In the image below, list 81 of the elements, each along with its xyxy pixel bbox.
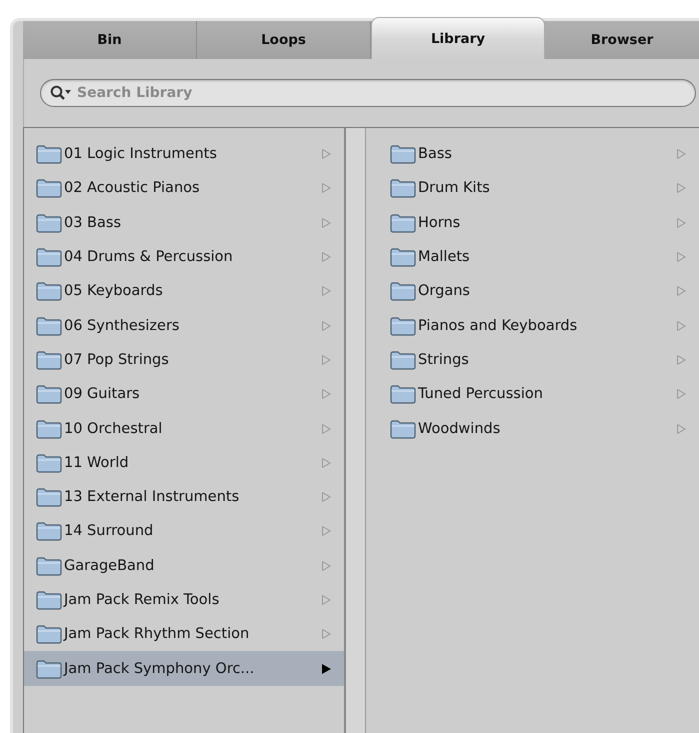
folder-item[interactable]: Jam Pack Remix Tools bbox=[24, 582, 344, 618]
folder-icon bbox=[36, 452, 62, 473]
expand-arrow-icon bbox=[676, 388, 687, 400]
folder-item[interactable]: GarageBand bbox=[24, 548, 344, 583]
folder-icon bbox=[390, 418, 416, 439]
folder-icon bbox=[36, 212, 62, 233]
folder-item[interactable]: 13 External Instruments bbox=[24, 480, 344, 514]
expand-arrow-icon bbox=[321, 148, 332, 160]
folder-item[interactable]: Jam Pack Rhythm Section bbox=[24, 617, 344, 652]
folder-icon bbox=[36, 487, 62, 508]
folder-icon bbox=[36, 658, 62, 679]
folder-icon bbox=[36, 316, 62, 336]
folder-item[interactable]: 09 Guitars bbox=[24, 377, 344, 412]
expand-arrow-icon bbox=[676, 354, 687, 366]
folder-item[interactable]: 04 Drums & Percussion bbox=[24, 240, 344, 274]
folder-icon bbox=[390, 247, 416, 268]
folder-icon bbox=[36, 384, 62, 404]
expand-arrow-icon bbox=[321, 491, 332, 504]
expand-arrow-icon bbox=[321, 285, 332, 298]
expand-arrow-icon bbox=[676, 148, 687, 160]
expand-arrow-icon bbox=[321, 560, 332, 572]
folder-icon bbox=[36, 281, 62, 302]
folder-item[interactable]: Jam Pack Symphony Orc... bbox=[24, 651, 344, 686]
expand-arrow-icon bbox=[676, 320, 687, 332]
expand-arrow-icon bbox=[321, 251, 332, 264]
search-field[interactable]: Search Library bbox=[40, 79, 696, 107]
expand-arrow-icon bbox=[676, 216, 687, 229]
expand-arrow-icon bbox=[321, 182, 332, 194]
folder-item[interactable]: Horns bbox=[378, 206, 699, 240]
folder-icon bbox=[36, 247, 62, 268]
expand-arrow-icon bbox=[321, 216, 332, 229]
folder-item[interactable]: 05 Keyboards bbox=[24, 274, 344, 308]
expand-arrow-icon bbox=[321, 628, 332, 640]
tab[interactable]: Bin bbox=[23, 21, 197, 59]
expand-arrow-icon bbox=[321, 456, 332, 469]
folder-item[interactable]: 03 Bass bbox=[24, 206, 344, 240]
expand-arrow-icon bbox=[321, 354, 332, 366]
expand-arrow-icon bbox=[676, 422, 687, 435]
folder-icon bbox=[390, 350, 416, 370]
expand-arrow-icon bbox=[321, 662, 332, 675]
folder-item[interactable]: Tuned Percussion bbox=[378, 377, 699, 412]
folder-icon bbox=[36, 418, 62, 439]
folder-icon bbox=[36, 144, 62, 164]
tab[interactable]: Loops bbox=[197, 21, 371, 59]
folder-icon bbox=[390, 316, 416, 336]
expand-arrow-icon bbox=[321, 525, 332, 538]
expand-arrow-icon bbox=[321, 388, 332, 400]
folder-icon bbox=[36, 350, 62, 370]
folder-item[interactable]: 10 Orchestral bbox=[24, 411, 344, 446]
folder-icon bbox=[36, 178, 62, 198]
folder-item[interactable]: Bass bbox=[378, 137, 699, 172]
expand-arrow-icon bbox=[676, 182, 687, 194]
folder-item[interactable]: Drum Kits bbox=[378, 171, 699, 206]
splitter-bar[interactable] bbox=[346, 128, 366, 733]
folder-item[interactable]: 11 World bbox=[24, 446, 344, 480]
folder-item[interactable]: 01 Logic Instruments bbox=[24, 137, 344, 172]
folder-icon bbox=[36, 624, 62, 644]
tab[interactable]: Browser bbox=[545, 21, 699, 59]
expand-arrow-icon bbox=[321, 422, 332, 435]
folder-item[interactable]: Organs bbox=[378, 274, 699, 308]
expand-arrow-icon bbox=[676, 285, 687, 298]
folder-item[interactable]: 14 Surround bbox=[24, 514, 344, 549]
folder-item[interactable]: 06 Synthesizers bbox=[24, 308, 344, 343]
expand-arrow-icon bbox=[321, 320, 332, 332]
folder-icon bbox=[390, 144, 416, 164]
expand-arrow-icon bbox=[676, 251, 687, 264]
folder-icon bbox=[390, 384, 416, 404]
folder-icon bbox=[36, 590, 62, 610]
folder-item[interactable]: Woodwinds bbox=[378, 411, 699, 446]
folder-item[interactable]: Mallets bbox=[378, 240, 699, 274]
tab[interactable]: Library bbox=[371, 17, 545, 59]
expand-arrow-icon bbox=[321, 594, 332, 606]
folder-item[interactable]: 07 Pop Strings bbox=[24, 342, 344, 378]
folder-item[interactable]: 02 Acoustic Pianos bbox=[24, 171, 344, 206]
folder-item[interactable]: Strings bbox=[378, 342, 699, 378]
folder-item[interactable]: Pianos and Keyboards bbox=[378, 308, 699, 343]
folder-icon bbox=[390, 281, 416, 302]
folder-icon bbox=[390, 178, 416, 198]
folder-icon bbox=[390, 212, 416, 233]
folder-icon bbox=[36, 556, 62, 576]
folder-icon bbox=[36, 521, 62, 542]
